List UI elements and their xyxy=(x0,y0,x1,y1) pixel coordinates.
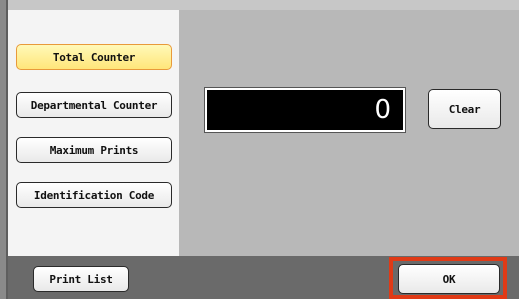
frame-left-edge xyxy=(0,0,8,299)
counter-panel xyxy=(179,10,519,256)
print-list-button[interactable]: Print List xyxy=(33,266,129,292)
total-counter-button[interactable]: Total Counter xyxy=(16,44,172,70)
clear-button[interactable]: Clear xyxy=(428,89,501,129)
identification-code-button[interactable]: Identification Code xyxy=(16,182,172,208)
counter-value: 0 xyxy=(374,95,391,125)
counter-screen: Total Counter Departmental Counter Maxim… xyxy=(0,0,519,299)
frame-top-edge xyxy=(8,0,519,10)
ok-button[interactable]: OK xyxy=(398,264,500,294)
counter-value-display: 0 xyxy=(204,87,406,133)
departmental-counter-button[interactable]: Departmental Counter xyxy=(16,92,172,118)
maximum-prints-button[interactable]: Maximum Prints xyxy=(16,137,172,163)
